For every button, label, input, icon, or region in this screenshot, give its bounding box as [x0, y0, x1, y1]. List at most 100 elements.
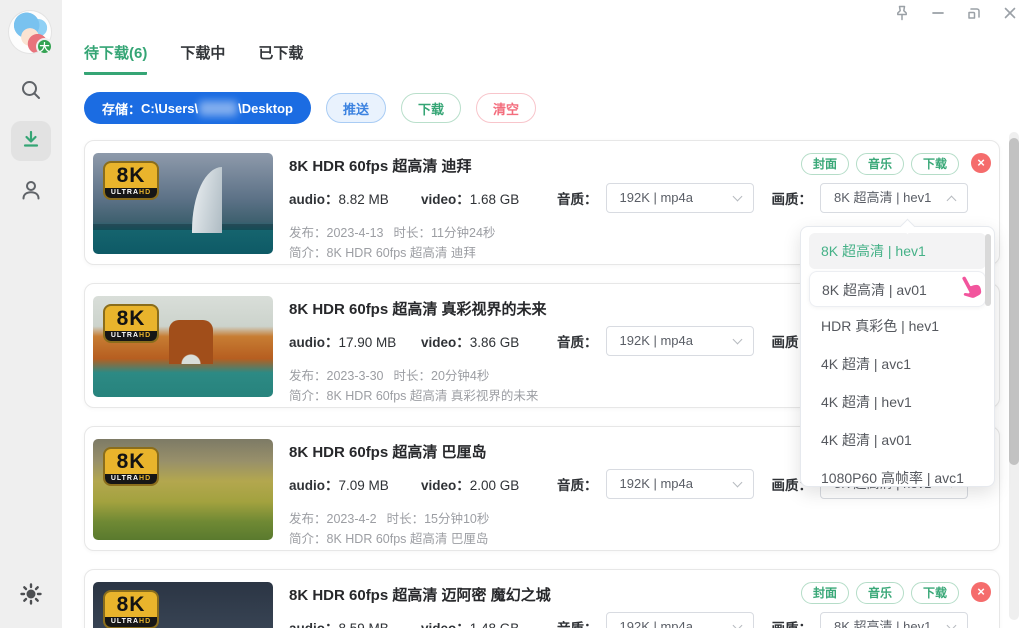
- sidebar-item-user[interactable]: [0, 178, 62, 207]
- gear-icon: [19, 582, 43, 611]
- chevron-down-icon: [946, 195, 957, 206]
- chevron-down-icon: [732, 334, 742, 345]
- music-tag-button[interactable]: 音乐: [855, 153, 904, 175]
- duration-value: 11分钟24秒: [431, 226, 496, 240]
- storage-path-tail: \Desktop: [238, 100, 293, 116]
- audio-quality-value: 192K | mp4a: [619, 190, 693, 205]
- video-title: 8K HDR 60fps 超高清 迪拜: [289, 158, 472, 175]
- storage-path-button[interactable]: 存储： C:\Users\ \Desktop: [84, 92, 311, 124]
- download-tag-button[interactable]: 下载: [910, 582, 959, 604]
- sidebar-item-download[interactable]: [0, 121, 62, 161]
- avatar[interactable]: 大: [9, 11, 53, 55]
- remove-card-button[interactable]: ×: [971, 582, 991, 602]
- thumbnail: 8K ULTRAHD: [93, 439, 273, 540]
- video-size-label: video：: [421, 335, 470, 350]
- quality-option[interactable]: HDR 真彩色 | hev1: [801, 307, 994, 345]
- restore-icon: [965, 4, 983, 27]
- audio-quality-value: 192K | mp4a: [619, 476, 693, 491]
- video-quality-select[interactable]: 8K 超高清 | hev1: [820, 183, 968, 213]
- minimize-icon: [929, 4, 947, 27]
- publish-date: 2023-4-13: [326, 226, 384, 240]
- audio-size-label: audio：: [289, 192, 339, 207]
- sidebar-item-search[interactable]: [0, 78, 62, 107]
- video-size-value: 2.00 GB: [469, 478, 520, 493]
- 8k-ultrahd-badge: 8K ULTRAHD: [103, 590, 159, 628]
- tab-bar: 待下载(6) 下载中 已下载: [84, 42, 303, 75]
- duration-value: 15分钟10秒: [424, 512, 490, 526]
- minimize-button[interactable]: [920, 2, 956, 28]
- audio-size-label: audio：: [289, 478, 339, 493]
- chevron-down-icon: [732, 191, 742, 202]
- music-tag-button[interactable]: 音乐: [855, 582, 904, 604]
- scrollbar-track: [1009, 132, 1019, 620]
- thumbnail: 8K ULTRAHD: [93, 153, 273, 254]
- audio-size-value: 8.59 MB: [339, 621, 389, 628]
- restore-button[interactable]: [956, 2, 992, 28]
- close-window-button[interactable]: [992, 2, 1028, 28]
- tag-group: 封面 音乐 下载: [800, 582, 959, 604]
- video-size-value: 3.86 GB: [469, 335, 520, 350]
- toolbar: 存储： C:\Users\ \Desktop 推送 下载 清空: [84, 92, 537, 124]
- video-size-label: video：: [421, 192, 470, 207]
- audio-quality-select[interactable]: 192K | mp4a: [605, 326, 754, 356]
- publish-date: 2023-3-30: [326, 369, 384, 383]
- search-icon: [19, 78, 43, 107]
- audio-quality-label: 音质：: [557, 192, 598, 207]
- sidebar-item-settings[interactable]: [0, 582, 62, 611]
- quality-option[interactable]: 1080P60 高帧率 | avc1: [801, 459, 994, 486]
- download-tag-button[interactable]: 下载: [910, 153, 959, 175]
- avatar-badge: 大: [36, 38, 53, 55]
- scrollbar-thumb[interactable]: [1009, 138, 1019, 465]
- audio-size-value: 8.82 MB: [338, 192, 389, 207]
- tab-downloading[interactable]: 下载中: [180, 42, 225, 75]
- quality-option[interactable]: 8K 超高清 | av01: [809, 271, 986, 307]
- audio-quality-label: 音质：: [557, 617, 598, 628]
- push-button[interactable]: 推送: [326, 93, 387, 123]
- audio-quality-select[interactable]: 192K | mp4a: [605, 469, 754, 499]
- video-quality-select[interactable]: 8K 超高清 | hev1: [820, 612, 968, 628]
- quality-option[interactable]: 8K 超高清 | hev1: [809, 233, 986, 269]
- chevron-down-icon: [946, 620, 957, 628]
- audio-quality-label: 音质：: [557, 335, 598, 350]
- clear-button[interactable]: 清空: [476, 93, 537, 123]
- storage-label: 存储：: [102, 101, 142, 117]
- quality-dropdown-list: 8K 超高清 | hev1 8K 超高清 | av01 HDR 真彩色 | he…: [801, 233, 994, 486]
- tag-group: 封面 音乐 下载: [800, 153, 959, 175]
- remove-card-button[interactable]: ×: [971, 153, 991, 173]
- audio-quality-value: 192K | mp4a: [619, 333, 693, 348]
- download-icon: [20, 128, 42, 155]
- pin-window-button[interactable]: [884, 2, 920, 28]
- redacted-username: [199, 100, 238, 116]
- download-all-button[interactable]: 下载: [401, 93, 462, 123]
- tab-pending-downloads[interactable]: 待下载(6): [84, 42, 148, 75]
- cover-tag-button[interactable]: 封面: [800, 582, 849, 604]
- publish-duration-line: 发布：2023-4-2 时长：15分钟10秒: [289, 512, 490, 526]
- intro-line: 简介：8K HDR 60fps 超高清 迪拜: [289, 246, 476, 260]
- storage-path-head: C:\Users\: [141, 100, 199, 116]
- audio-quality-select[interactable]: 192K | mp4a: [605, 612, 754, 628]
- cover-tag-button[interactable]: 封面: [800, 153, 849, 175]
- quality-option[interactable]: 4K 超清 | av01: [801, 421, 994, 459]
- quality-dropdown-panel: 8K 超高清 | hev1 8K 超高清 | av01 HDR 真彩色 | he…: [800, 226, 995, 487]
- video-title: 8K HDR 60fps 超高清 巴厘岛: [289, 444, 487, 461]
- audio-size-label: audio：: [289, 335, 339, 350]
- publish-duration-line: 发布：2023-4-13 时长：11分钟24秒: [289, 226, 496, 240]
- video-quality-label: 画质：: [772, 617, 813, 628]
- video-size-label: video：: [421, 621, 470, 628]
- tab-downloaded[interactable]: 已下载: [258, 42, 303, 75]
- intro-line: 简介：8K HDR 60fps 超高清 巴厘岛: [289, 532, 489, 546]
- quality-option[interactable]: 4K 超清 | avc1: [801, 345, 994, 383]
- video-title: 8K HDR 60fps 超高清 迈阿密 魔幻之城: [289, 587, 551, 604]
- 8k-ultrahd-badge: 8K ULTRAHD: [103, 161, 159, 200]
- video-size-label: video：: [421, 478, 470, 493]
- audio-quality-value: 192K | mp4a: [619, 619, 693, 628]
- sidebar: 大: [0, 0, 62, 628]
- audio-size-value: 7.09 MB: [338, 478, 389, 493]
- dropdown-scrollbar-thumb[interactable]: [985, 234, 991, 306]
- intro-line: 简介：8K HDR 60fps 超高清 真彩视界的未来: [289, 389, 539, 403]
- video-card: 8K ULTRAHD 8K HDR 60fps 超高清 迈阿密 魔幻之城 aud…: [84, 569, 1000, 628]
- audio-size-label: audio：: [289, 621, 339, 628]
- quality-option[interactable]: 4K 超清 | hev1: [801, 383, 994, 421]
- audio-quality-select[interactable]: 192K | mp4a: [605, 183, 754, 213]
- intro-value: 8K HDR 60fps 超高清 真彩视界的未来: [326, 389, 539, 403]
